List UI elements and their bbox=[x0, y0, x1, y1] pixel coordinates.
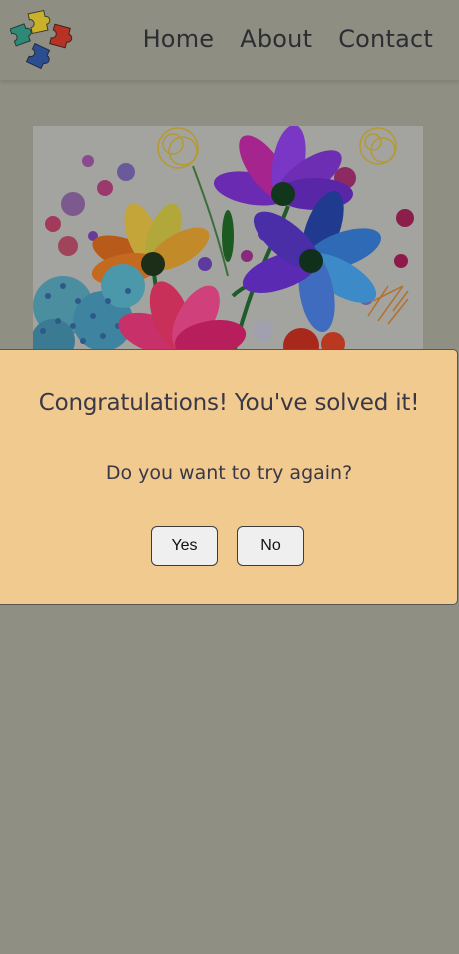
modal-title: Congratulations! You've solved it! bbox=[38, 390, 420, 416]
nav-about-link[interactable]: About bbox=[240, 24, 312, 54]
modal-message: Do you want to try again? bbox=[105, 462, 353, 484]
flower-painting-image bbox=[33, 126, 423, 356]
success-modal: Congratulations! You've solved it! Do yo… bbox=[0, 349, 458, 605]
puzzle-pieces-logo-icon[interactable] bbox=[10, 8, 84, 72]
yes-button[interactable]: Yes bbox=[151, 526, 218, 566]
page: Home About Contact Congratulations! You'… bbox=[0, 0, 459, 954]
no-button[interactable]: No bbox=[237, 526, 304, 566]
nav-home-link[interactable]: Home bbox=[143, 24, 215, 54]
main-nav: Home About Contact bbox=[143, 24, 433, 54]
nav-contact-link[interactable]: Contact bbox=[338, 24, 433, 54]
header: Home About Contact bbox=[0, 0, 459, 80]
